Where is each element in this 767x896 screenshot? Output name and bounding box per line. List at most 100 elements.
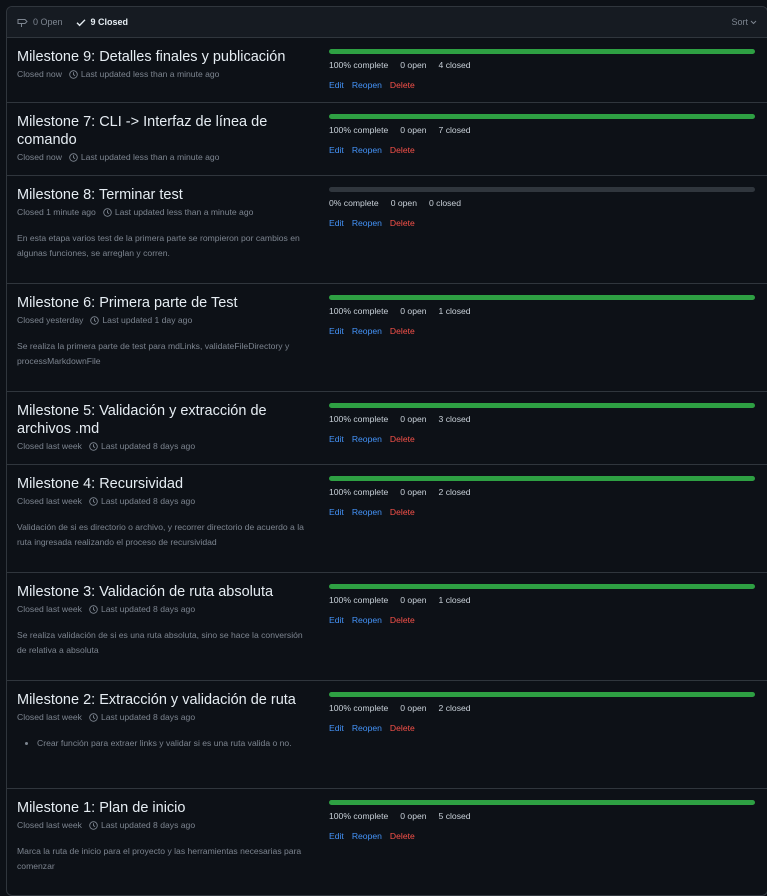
milestone-description: Crear función para extraer links y valid… [17,736,307,751]
progress-fill [329,114,755,119]
reopen-link[interactable]: Reopen [352,145,382,155]
delete-link[interactable]: Delete [390,80,415,90]
reopen-link[interactable]: Reopen [352,723,382,733]
closed-issues: 7 closed [438,125,471,135]
closed-date: Closed last week [17,496,82,506]
last-updated: Last updated 8 days ago [89,712,195,722]
clock-icon [89,712,98,722]
delete-link[interactable]: Delete [390,434,415,444]
percent-complete: 100% complete [329,487,389,497]
percent-complete: 100% complete [329,811,389,821]
clock-icon [90,315,100,325]
edit-link[interactable]: Edit [329,507,344,517]
edit-link[interactable]: Edit [329,615,344,625]
milestone-title[interactable]: Milestone 4: Recursividad [17,475,317,493]
milestone-meta: Closed now Last updated less than a minu… [17,69,317,79]
last-updated: Last updated 8 days ago [89,820,195,830]
milestone-title[interactable]: Milestone 6: Primera parte de Test [17,294,317,312]
last-updated: Last updated less than a minute ago [69,69,219,79]
percent-complete: 100% complete [329,306,389,316]
open-filter[interactable]: 0 Open [17,17,63,27]
percent-complete: 0% complete [329,198,379,208]
milestone-meta: Closed last week Last updated 8 days ago [17,820,317,830]
reopen-link[interactable]: Reopen [352,80,382,90]
open-issues: 0 open [400,703,427,713]
milestone-actions: Edit Reopen Delete [329,723,755,733]
milestone-row: Milestone 3: Validación de ruta absoluta… [7,572,767,680]
milestone-title[interactable]: Milestone 3: Validación de ruta absoluta [17,583,317,601]
delete-link[interactable]: Delete [390,145,415,155]
closed-issues: 2 closed [438,487,471,497]
open-issues: 0 open [400,595,427,605]
check-icon [76,18,86,26]
edit-link[interactable]: Edit [329,831,344,841]
edit-link[interactable]: Edit [329,723,344,733]
milestone-meta: Closed now Last updated less than a minu… [17,152,317,162]
chevron-down-icon [750,20,757,24]
open-issues: 0 open [400,125,427,135]
reopen-link[interactable]: Reopen [352,615,382,625]
closed-date: Closed last week [17,712,82,722]
progress-fill [329,295,755,300]
open-count: 0 Open [33,17,63,27]
closed-issues: 3 closed [438,414,471,424]
clock-icon [89,604,98,614]
milestone-progress: 100% complete 0 open 1 closed Edit Reope… [329,295,755,336]
milestone-title[interactable]: Milestone 2: Extracción y validación de … [17,691,317,709]
edit-link[interactable]: Edit [329,145,344,155]
reopen-link[interactable]: Reopen [352,218,382,228]
milestone-description: En esta etapa varios test de la primera … [17,233,300,258]
milestone-info: Milestone 6: Primera parte de Test Close… [17,294,317,369]
last-updated: Last updated 8 days ago [89,441,195,451]
milestone-row: Milestone 9: Detalles finales y publicac… [7,38,767,102]
milestone-title[interactable]: Milestone 5: Validación y extracción de … [17,402,317,438]
open-issues: 0 open [400,487,427,497]
delete-link[interactable]: Delete [390,831,415,841]
milestone-actions: Edit Reopen Delete [329,615,755,625]
progress-fill [329,584,755,589]
milestone-info: Milestone 2: Extracción y validación de … [17,691,317,751]
milestone-progress: 100% complete 0 open 2 closed Edit Reope… [329,476,755,517]
edit-link[interactable]: Edit [329,434,344,444]
last-updated-text: Last updated 8 days ago [100,712,196,722]
closed-filter[interactable]: 9 Closed [76,17,128,27]
delete-link[interactable]: Delete [390,326,415,336]
open-issues: 0 open [400,414,427,424]
milestone-progress: 0% complete 0 open 0 closed Edit Reopen … [329,187,755,228]
delete-link[interactable]: Delete [390,615,415,625]
milestone-info: Milestone 3: Validación de ruta absoluta… [17,583,317,658]
delete-link[interactable]: Delete [390,218,415,228]
delete-link[interactable]: Delete [390,723,415,733]
closed-issues: 1 closed [438,595,471,605]
milestone-meta: Closed 1 minute ago Last updated less th… [17,207,317,217]
sort-dropdown[interactable]: Sort [731,17,757,27]
milestone-title[interactable]: Milestone 1: Plan de inicio [17,799,317,817]
clock-icon [103,207,112,217]
reopen-link[interactable]: Reopen [352,434,382,444]
progress-stats: 100% complete 0 open 3 closed [329,414,755,424]
edit-link[interactable]: Edit [329,80,344,90]
edit-link[interactable]: Edit [329,218,344,228]
milestone-actions: Edit Reopen Delete [329,80,755,90]
milestone-title[interactable]: Milestone 9: Detalles finales y publicac… [17,48,317,66]
reopen-link[interactable]: Reopen [352,831,382,841]
milestone-row: Milestone 7: CLI -> Interfaz de línea de… [7,102,767,175]
progress-bar [329,114,755,119]
milestone-meta: Closed last week Last updated 8 days ago [17,441,317,451]
closed-date: Closed 1 minute ago [17,207,96,217]
closed-date: Closed last week [17,604,82,614]
milestone-info: Milestone 7: CLI -> Interfaz de línea de… [17,113,317,162]
progress-bar [329,403,755,408]
milestone-description: Validación de si es directorio o archivo… [17,522,304,547]
milestone-actions: Edit Reopen Delete [329,326,755,336]
milestone-title[interactable]: Milestone 7: CLI -> Interfaz de línea de… [17,113,317,149]
reopen-link[interactable]: Reopen [352,326,382,336]
percent-complete: 100% complete [329,703,389,713]
clock-icon [89,820,98,830]
edit-link[interactable]: Edit [329,326,344,336]
progress-fill [329,49,755,54]
delete-link[interactable]: Delete [390,507,415,517]
milestone-title[interactable]: Milestone 8: Terminar test [17,186,317,204]
reopen-link[interactable]: Reopen [352,507,382,517]
milestone-actions: Edit Reopen Delete [329,218,755,228]
